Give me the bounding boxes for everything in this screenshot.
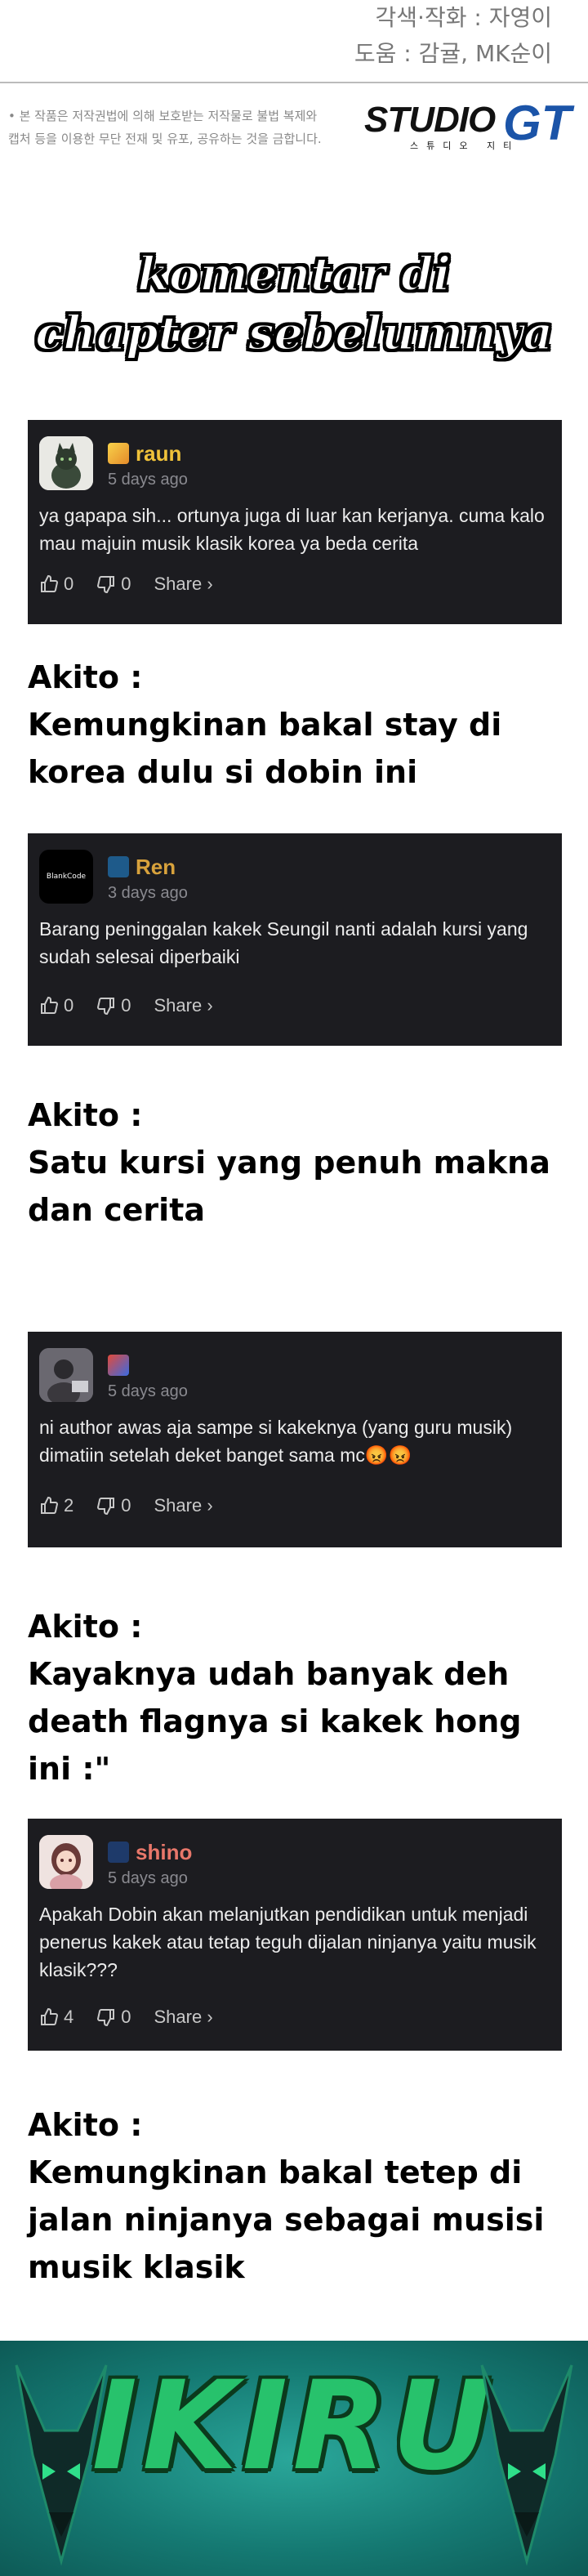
copyright-notice: • 본 작품은 저작권법에 의해 보호받는 저작물로 불법 복제와 캡처 등을 … [8,105,322,150]
wolf-mascot-right-icon [480,2364,573,2566]
like-count: 0 [64,574,74,594]
dislike-count: 0 [121,995,131,1016]
dislike-count: 0 [121,1495,131,1516]
akito-label: Akito : [28,659,143,695]
credits-line-assist: 도움 : 감귤, MK순이 [354,40,552,67]
akito-note: Akito : Kayaknya udah banyak deh death f… [28,1603,567,1792]
comment-text: ya gapapa sih... ortunya juga di luar ka… [39,505,545,554]
thumbs-up-icon [41,574,59,592]
comment-time: 5 days ago [108,1382,188,1400]
like-button[interactable]: 2 [39,1495,74,1516]
comment-actions: 0 0 Share › [39,995,236,1016]
dislike-count: 0 [121,2007,131,2027]
comment-time: 5 days ago [108,471,188,489]
comment-card: 5 days ago ni author awas aja sampe si k… [28,1332,562,1547]
thumbs-up-icon [41,996,59,1014]
music-badge-icon [108,856,129,877]
dislike-count: 0 [121,574,131,594]
thumbs-up-icon [41,1496,59,1514]
comment-text: Barang peninggalan kakek Seungil nanti a… [39,918,528,967]
blankcode-avatar[interactable]: BlankCode [39,850,93,904]
dislike-button[interactable]: 0 [96,995,131,1016]
like-count: 4 [64,2007,74,2027]
headline-line-1: komentar di [136,247,451,302]
like-button[interactable]: 0 [39,574,74,595]
comment-card: BlankCode Ren 3 days ago Barang peningga… [28,833,562,1046]
emoji-badge-icon [108,443,129,464]
comment-actions: 2 0 Share › [39,1495,236,1516]
comment-time: 5 days ago [108,1869,188,1887]
studio-logo-text: STUDIO [364,100,496,140]
thumbs-down-icon [97,2009,115,2027]
dislike-button[interactable]: 0 [96,1495,131,1516]
credits: 각색·작화 : 자영이 도움 : 감귤, MK순이 [354,0,552,72]
share-button[interactable]: Share › [154,574,213,595]
ikiru-footer-banner: IKIRU [0,2341,588,2576]
like-button[interactable]: 0 [39,995,74,1016]
share-button[interactable]: Share › [154,1495,213,1516]
credits-line-adaptation: 각색·작화 : 자영이 [375,4,552,31]
headline-line-2: chapter sebelumnya [34,306,553,361]
akito-text: Satu kursi yang penuh makna dan cerita [28,1145,550,1228]
cat-avatar-icon[interactable] [39,436,93,490]
thumbs-down-icon [97,998,115,1016]
thumbs-down-icon [97,576,115,594]
comment-actions: 0 0 Share › [39,574,236,595]
studio-gt-logo: STUDIO GT 스튜디오 지티 [364,96,585,157]
dislike-button[interactable]: 0 [96,2007,131,2028]
like-button[interactable]: 4 [39,2007,74,2028]
akito-text: Kemungkinan bakal tetep di jalan ninjany… [28,2154,545,2285]
akito-label: Akito : [28,2107,143,2143]
comment-time: 3 days ago [108,884,188,902]
share-button[interactable]: Share › [154,2007,213,2028]
copyright-notice-line-2: 캡처 등을 이용한 무단 전재 및 유포, 공유하는 것을 금합니다. [8,132,322,146]
comment-card: raun 5 days ago ya gapapa sih... ortunya… [28,420,562,624]
like-count: 2 [64,1495,74,1516]
share-button[interactable]: Share › [154,995,213,1016]
comment-card: shino 5 days ago Apakah Dobin akan melan… [28,1819,562,2051]
comment-actions: 4 0 Share › [39,2007,236,2028]
akito-text: Kemungkinan bakal stay di korea dulu si … [28,707,502,790]
thumbs-up-icon [41,2007,59,2025]
comment-username[interactable]: shino [136,1840,192,1865]
dislike-button[interactable]: 0 [96,574,131,595]
akito-note: Akito : Kemungkinan bakal tetep di jalan… [28,2101,567,2291]
comment-text: ni author awas aja sampe si kakeknya (ya… [39,1417,513,1466]
akito-note: Akito : Kemungkinan bakal stay di korea … [28,654,567,796]
music-badge-icon [108,1842,129,1863]
person-avatar-icon[interactable] [39,1348,93,1402]
like-count: 0 [64,995,74,1016]
akito-text: Kayaknya udah banyak deh death flagnya s… [28,1656,522,1787]
anime-girl-avatar-icon[interactable] [39,1835,93,1889]
studio-logo-sub: 스튜디오 지티 [410,141,520,151]
comment-username[interactable]: Ren [136,855,176,880]
avatar-text: BlankCode [46,873,87,881]
comment-text: Apakah Dobin akan melanjutkan pendidikan… [39,1904,537,1980]
akito-note: Akito : Satu kursi yang penuh makna dan … [28,1092,567,1234]
akito-label: Akito : [28,1609,143,1645]
header-divider [0,82,588,83]
akito-label: Akito : [28,1097,143,1133]
game-badge-icon [108,1355,129,1376]
thumbs-down-icon [97,1498,115,1516]
comment-username[interactable]: raun [136,441,181,467]
copyright-notice-line-1: • 본 작품은 저작권법에 의해 보호받는 저작물로 불법 복제와 [8,109,318,123]
